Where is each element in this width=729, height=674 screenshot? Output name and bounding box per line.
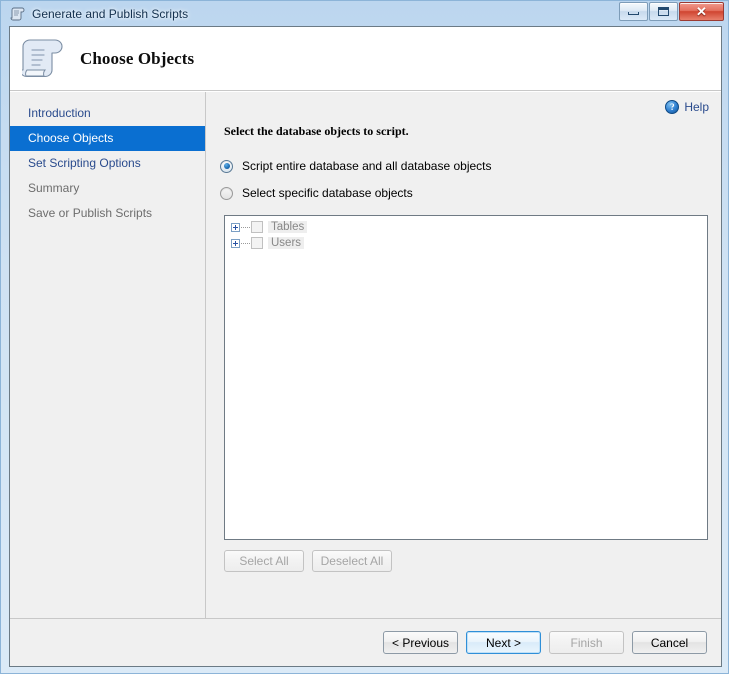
scope-radio-group: Script entire database and all database …	[206, 139, 721, 209]
next-button[interactable]: Next >	[466, 631, 541, 654]
tree-checkbox[interactable]	[251, 221, 263, 233]
main-panel: ? Help Select the database objects to sc…	[206, 92, 721, 666]
radio-entire-database-label: Script entire database and all database …	[242, 159, 492, 173]
expand-icon[interactable]	[231, 238, 240, 248]
tree-connector-icon	[241, 226, 250, 228]
sidebar-item-introduction[interactable]: Introduction	[10, 101, 205, 126]
radio-option-entire-database[interactable]: Script entire database and all database …	[220, 155, 721, 177]
body: Introduction Choose Objects Set Scriptin…	[10, 92, 721, 666]
instruction-text: Select the database objects to script.	[224, 124, 409, 138]
help-label: Help	[684, 100, 709, 114]
close-button[interactable]: ✕	[679, 2, 724, 21]
object-treeview[interactable]: Tables Users	[224, 215, 708, 540]
page-header: Choose Objects	[10, 27, 721, 91]
radio-entire-database-indicator	[220, 159, 233, 173]
tree-connector-icon	[241, 242, 250, 244]
page-title: Choose Objects	[80, 48, 195, 68]
title-bar: Generate and Publish Scripts ✕	[1, 1, 728, 26]
wizard-steps-sidebar: Introduction Choose Objects Set Scriptin…	[10, 92, 206, 666]
maximize-icon	[658, 7, 669, 16]
select-all-button: Select All	[224, 550, 304, 572]
cancel-button[interactable]: Cancel	[632, 631, 707, 654]
minimize-icon	[628, 12, 639, 15]
window-title: Generate and Publish Scripts	[32, 6, 189, 21]
script-scroll-icon	[10, 6, 26, 22]
tree-row[interactable]: Tables	[225, 219, 707, 235]
wizard-footer: < Previous Next > Finish Cancel	[10, 618, 721, 666]
tree-checkbox[interactable]	[251, 237, 263, 249]
tree-row[interactable]: Users	[225, 235, 707, 251]
expand-icon[interactable]	[231, 222, 240, 232]
radio-specific-objects-indicator	[220, 186, 233, 200]
previous-button[interactable]: < Previous	[383, 631, 458, 654]
sidebar-item-summary: Summary	[28, 181, 80, 195]
tree-node-label: Users	[268, 237, 305, 249]
sidebar-item-choose-objects[interactable]: Choose Objects	[10, 126, 205, 151]
close-icon: ✕	[696, 4, 707, 19]
tree-node-label: Tables	[268, 221, 308, 233]
minimize-button[interactable]	[619, 2, 648, 21]
finish-button: Finish	[549, 631, 624, 654]
help-link[interactable]: ? Help	[665, 100, 709, 114]
script-scroll-icon	[19, 36, 66, 82]
maximize-button[interactable]	[649, 2, 678, 21]
help-question-icon: ?	[665, 100, 680, 114]
tree-action-buttons: Select All Deselect All	[224, 550, 721, 572]
radio-option-specific-objects[interactable]: Select specific database objects	[220, 182, 721, 204]
client-area: Choose Objects Introduction Choose Objec…	[9, 26, 722, 667]
radio-specific-objects-label: Select specific database objects	[242, 186, 413, 200]
deselect-all-button: Deselect All	[312, 550, 392, 572]
application-window: Generate and Publish Scripts ✕ Choose Ob…	[0, 0, 729, 674]
help-row: ? Help	[206, 92, 721, 118]
sidebar-item-save-or-publish-scripts: Save or Publish Scripts	[28, 206, 153, 220]
window-controls: ✕	[619, 2, 724, 21]
sidebar-item-set-scripting-options[interactable]: Set Scripting Options	[10, 151, 205, 176]
